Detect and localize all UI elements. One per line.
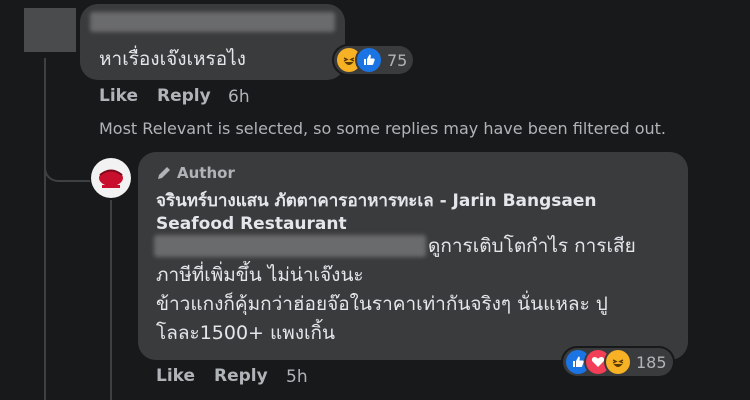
author-badge: Author <box>156 164 235 182</box>
restaurant-logo <box>99 169 123 188</box>
thread-branch <box>44 150 90 182</box>
reaction-summary[interactable]: 75 <box>334 46 414 74</box>
comment-bubble: หาเรื่องเจ๊งเหรอไง <box>80 4 345 80</box>
reply-text-line4: โลละ1500+ แพงเกิ้น <box>156 322 336 344</box>
avatar[interactable] <box>91 158 131 198</box>
timestamp[interactable]: 5h <box>286 367 308 387</box>
author-name[interactable]: จรินทร์บางแสน ภัตตาคารอาหารทะเล - Jarin … <box>156 190 597 236</box>
redacted-commenter-name <box>90 12 335 32</box>
haha-icon <box>606 350 630 374</box>
author-name-line1: จรินทร์บางแสน ภัตตาคารอาหารทะเล - Jarin … <box>156 191 597 211</box>
author-badge-label: Author <box>177 164 235 182</box>
thread-line <box>44 58 46 400</box>
reply-text-line3: ข้าวแกงก็คุ้มกว่าฮ่อยจ๊อในราคาเท่ากันจริ… <box>156 293 608 315</box>
redacted-mention <box>154 235 426 257</box>
reaction-summary[interactable]: 185 <box>563 348 673 376</box>
avatar[interactable] <box>24 8 76 52</box>
reply-button[interactable]: Reply <box>157 86 211 106</box>
comment-text: หาเรื่องเจ๊งเหรอไง <box>99 48 246 70</box>
reply-text-line1: ดูการเติบโตกำไร การเสีย <box>428 235 636 257</box>
reply-bubble: Author จรินทร์บางแสน ภัตตาคารอาหารทะเล -… <box>138 152 688 360</box>
reply-button[interactable]: Reply <box>214 366 268 386</box>
reaction-count: 185 <box>636 352 667 372</box>
thread-line-reply <box>110 200 112 400</box>
reply-text-line2: ภาษีที่เพิ่มขึ้น ไม่น่าเจ๊งนะ <box>156 264 364 286</box>
like-button[interactable]: Like <box>99 86 138 106</box>
reaction-count: 75 <box>387 50 408 70</box>
like-button[interactable]: Like <box>156 366 195 386</box>
pencil-icon <box>156 165 172 181</box>
timestamp[interactable]: 6h <box>228 87 250 107</box>
filter-notice: Most Relevant is selected, so some repli… <box>99 119 667 138</box>
like-icon <box>357 48 381 72</box>
